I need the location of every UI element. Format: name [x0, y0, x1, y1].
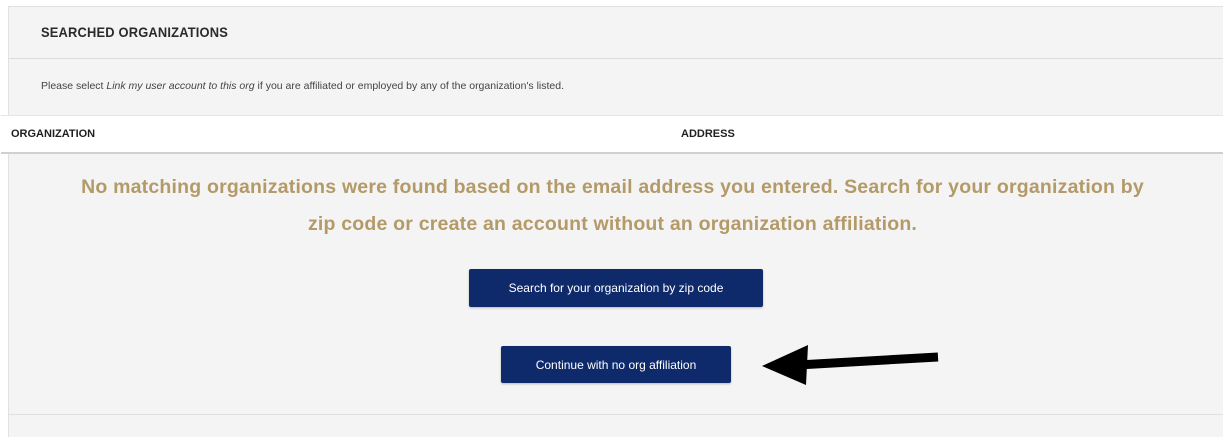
panel-header: SEARCHED ORGANIZATIONS	[9, 7, 1223, 59]
no-match-message: No matching organizations were found bas…	[1, 169, 1223, 243]
panel-title: SEARCHED ORGANIZATIONS	[41, 24, 229, 40]
searched-organizations-panel: SEARCHED ORGANIZATIONS Please select Lin…	[1, 6, 1223, 437]
instructions-before: Please select	[41, 80, 107, 92]
no-match-message-line-1: No matching organizations were found bas…	[81, 176, 1144, 198]
column-header-address: ADDRESS	[681, 128, 735, 140]
instructions-after: if you are affiliated or employed by any…	[254, 80, 565, 92]
table-header-row: ORGANIZATION ADDRESS	[1, 115, 1223, 154]
arrow-left-icon	[762, 345, 939, 385]
no-match-message-line-2: zip code or create an account without an…	[307, 213, 918, 235]
search-by-zip-button[interactable]: Search for your organization by zip code	[469, 269, 763, 307]
instructions-text: Please select Link my user account to th…	[41, 80, 564, 92]
column-header-organization: ORGANIZATION	[11, 128, 96, 140]
panel-divider	[9, 414, 1223, 415]
continue-no-affiliation-button[interactable]: Continue with no org affiliation	[501, 346, 731, 383]
instructions-link-phrase: Link my user account to this org	[106, 80, 255, 92]
